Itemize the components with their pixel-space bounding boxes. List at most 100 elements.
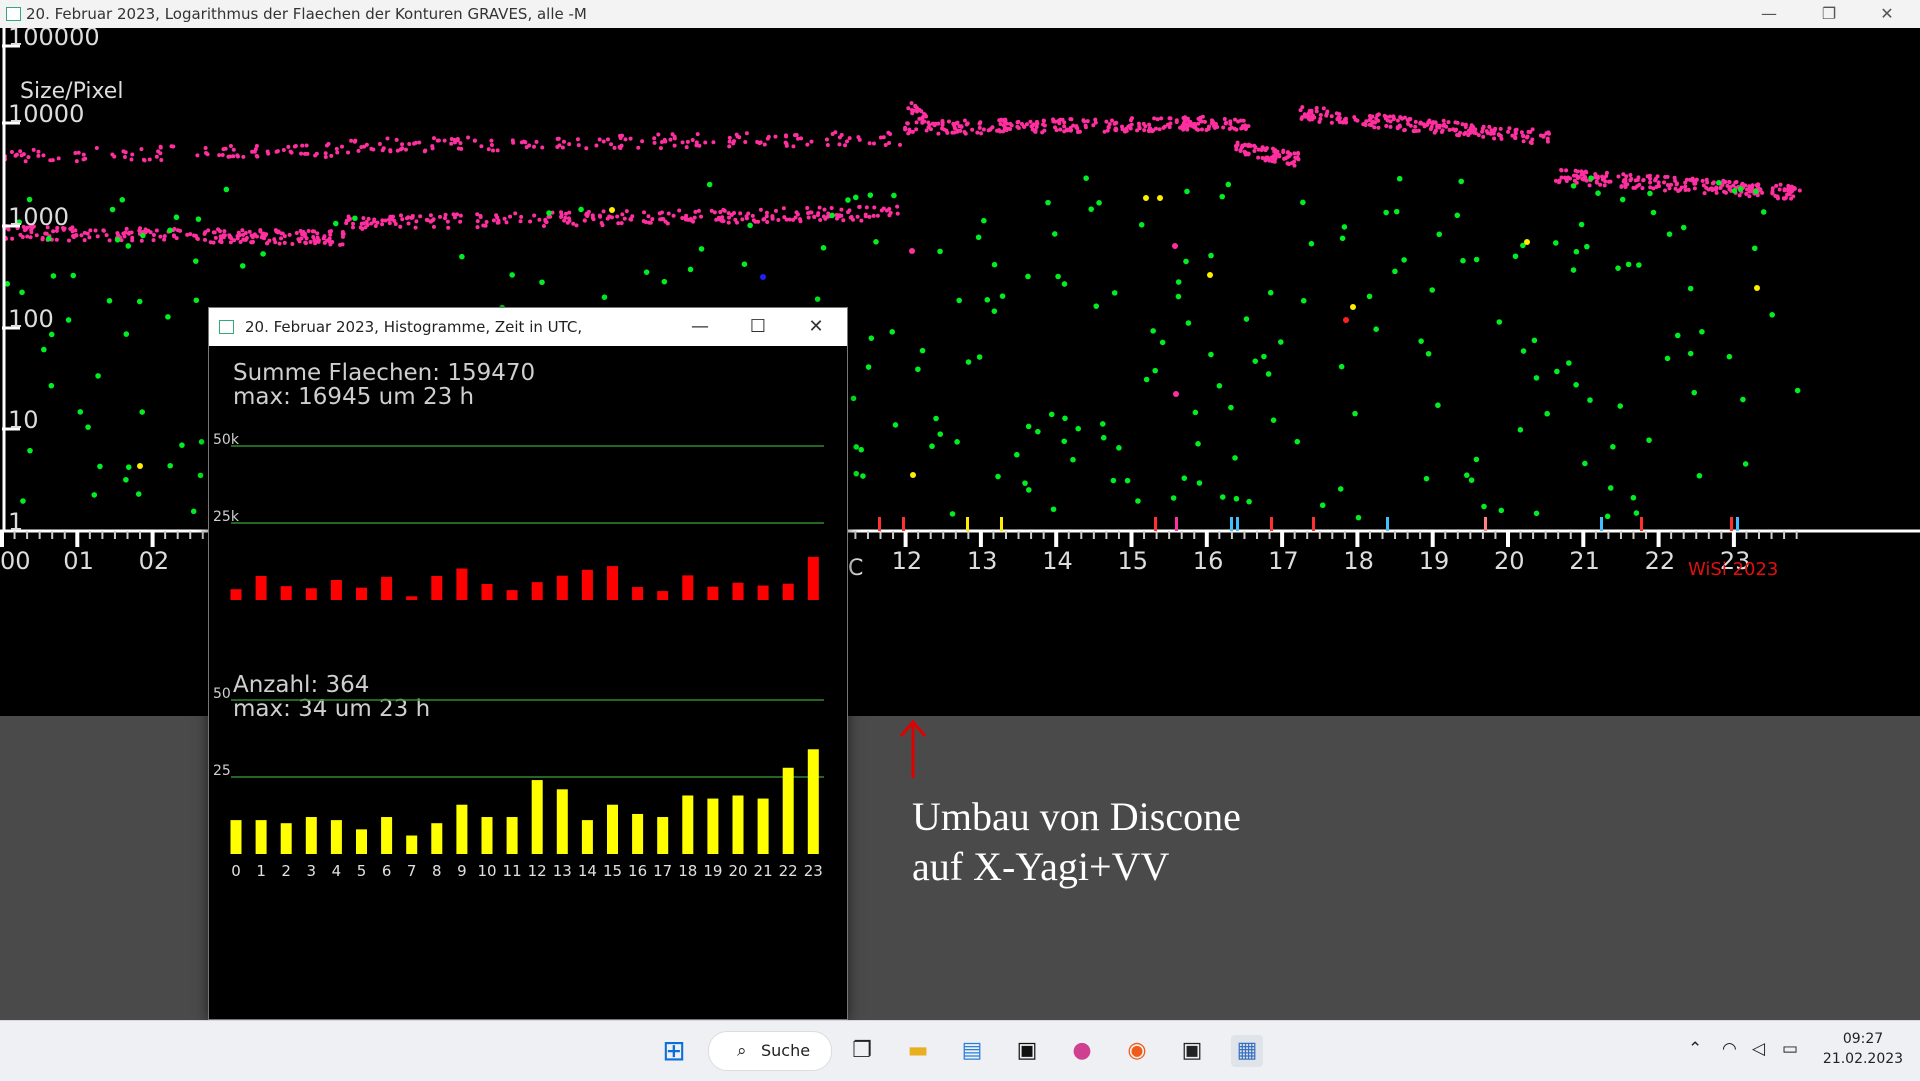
histogram-close-button[interactable]: ✕ (793, 308, 839, 346)
scatter-point (1742, 461, 1749, 467)
scatter-point (1243, 123, 1248, 128)
scatter-point (855, 214, 860, 219)
scatter-point (997, 118, 1002, 123)
scatter-point (598, 214, 603, 219)
task-view-icon[interactable]: ❐ (846, 1035, 878, 1067)
scatter-point (886, 130, 891, 135)
scatter-point (726, 215, 731, 220)
histogram-window-titlebar[interactable]: 20. Februar 2023, Histogramme, Zeit in U… (209, 308, 847, 346)
scatter-point (188, 232, 193, 237)
wifi-icon[interactable]: ◠ (1722, 1039, 1737, 1059)
scatter-point (744, 216, 749, 221)
scatter-point (1557, 179, 1562, 184)
console-icon[interactable]: ▣ (1176, 1035, 1208, 1067)
scatter-point (528, 219, 533, 224)
scatter-point (1228, 121, 1233, 126)
scatter-point (660, 217, 665, 222)
scatter-point (1647, 190, 1653, 197)
hist-y-tick-label: 50k (213, 432, 240, 448)
scatter-point (299, 151, 304, 156)
scatter-point (138, 226, 143, 231)
drop-app-icon[interactable]: ● (1066, 1035, 1098, 1067)
volume-icon[interactable]: ◁ (1752, 1039, 1765, 1059)
python-app-icon[interactable]: ▦ (1231, 1035, 1263, 1067)
scatter-point (97, 463, 103, 470)
scatter-point (1355, 514, 1362, 521)
scatter-point (1005, 126, 1010, 131)
histogram-minimize-button[interactable]: — (677, 308, 723, 346)
battery-icon[interactable]: ▭ (1782, 1039, 1798, 1059)
scatter-point (791, 217, 796, 222)
scatter-point (171, 144, 176, 149)
scatter-point (154, 154, 159, 159)
scatter-point (792, 133, 797, 138)
scatter-point (1055, 273, 1061, 280)
restore-button[interactable]: ❐ (1806, 0, 1852, 28)
windows-start-icon[interactable]: ⊞ (658, 1035, 690, 1067)
histogram-window-title: 20. Februar 2023, Histogramme, Zeit in U… (245, 318, 583, 336)
scatter-point (1124, 477, 1131, 484)
scatter-point (1319, 502, 1326, 509)
scatter-point (1663, 188, 1668, 193)
scatter-point (422, 149, 427, 154)
scatter-point (380, 222, 385, 227)
scatter-point (414, 219, 419, 224)
scatter-point (770, 214, 775, 219)
hist-x-tick-label: 12 (528, 862, 547, 880)
scatter-point (1714, 190, 1719, 195)
hist-bar (782, 767, 794, 854)
scatter-point (997, 128, 1002, 133)
scatter-point (818, 218, 823, 223)
taskbar-search[interactable]: ⌕ Suche (708, 1031, 832, 1071)
scatter-point (837, 135, 842, 140)
scatter-point (1687, 350, 1694, 357)
system-clock[interactable]: 09:27 21.02.2023 (1808, 1029, 1918, 1069)
scatter-point (1446, 120, 1451, 125)
scatter-point (871, 141, 876, 146)
scatter-point (324, 143, 329, 148)
scatter-point (609, 207, 615, 213)
scatter-point (373, 224, 378, 229)
terminal-icon[interactable]: ▣ (1011, 1035, 1043, 1067)
scatter-point (349, 138, 354, 143)
scatter-point (1300, 297, 1307, 304)
close-button[interactable]: ✕ (1864, 0, 1910, 28)
x-tick-label: 13 (967, 547, 998, 575)
scatter-point (1692, 186, 1697, 191)
scatter-point (746, 211, 751, 216)
scatter-point (81, 152, 86, 157)
scatter-point (860, 473, 866, 479)
minimize-button[interactable]: — (1746, 0, 1792, 28)
scatter-point (1633, 510, 1640, 516)
scatter-point (962, 129, 967, 134)
histogram-window[interactable]: 20. Februar 2023, Histogramme, Zeit in U… (208, 307, 848, 1020)
scatter-point (661, 278, 668, 285)
scatter-point (1093, 303, 1100, 309)
scatter-point (829, 212, 835, 219)
file-explorer-icon[interactable]: ▬ (902, 1035, 934, 1067)
scatter-point (430, 146, 435, 151)
scatter-point (446, 225, 451, 230)
scatter-point (88, 228, 93, 233)
up-arrow-icon (899, 719, 927, 778)
scatter-point (975, 234, 982, 241)
scatter-point (27, 447, 33, 454)
scatter-point (1587, 397, 1593, 403)
scatter-point (1797, 188, 1802, 193)
firefox-icon[interactable]: ◉ (1121, 1035, 1153, 1067)
scatter-point (255, 154, 260, 159)
main-window-title: 20. Februar 2023, Logarithmus der Flaech… (26, 5, 587, 23)
scatter-point (107, 238, 112, 243)
scatter-point (388, 214, 393, 219)
scatter-point (1025, 423, 1032, 430)
chevron-up-icon[interactable]: ⌃ (1688, 1039, 1702, 1059)
scatter-point (442, 216, 447, 221)
scatter-point (335, 150, 340, 155)
histogram-maximize-button[interactable]: ☐ (735, 308, 781, 346)
scatter-point (845, 197, 851, 203)
scatter-point (1559, 168, 1564, 173)
scatter-point (1603, 179, 1608, 184)
event-mark (1154, 517, 1157, 531)
notepad-icon[interactable]: ▤ (956, 1035, 988, 1067)
scatter-point (1408, 123, 1413, 128)
